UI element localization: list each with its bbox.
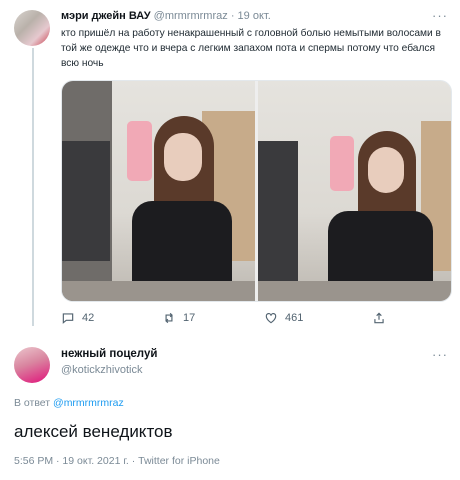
reply-action[interactable]: 42 xyxy=(61,311,94,325)
like-icon xyxy=(265,313,277,324)
reply-more-icon[interactable]: ··· xyxy=(432,347,448,362)
tweet-date[interactable]: 19 окт. xyxy=(238,10,271,22)
more-icon[interactable]: ··· xyxy=(432,8,448,23)
share-action[interactable] xyxy=(372,311,386,325)
reply-count: 42 xyxy=(82,312,95,324)
author-handle[interactable]: @mrmrmrmraz xyxy=(154,10,228,22)
author-name[interactable]: мэри джейн ВАУ xyxy=(61,10,151,22)
replying-prefix: В ответ xyxy=(14,397,51,409)
tweet-header: мэри джейн ВАУ @mrmrmrmraz · 19 окт. xyxy=(61,10,271,22)
tweet-text: кто пришёл на работу ненакрашенный с гол… xyxy=(61,28,441,69)
reply-author-handle[interactable]: @kotickzhivotick xyxy=(61,364,157,376)
reply-author-name[interactable]: нежный поцелуй xyxy=(61,348,157,360)
reply-header: нежный поцелуй @kotickzhivotick xyxy=(61,348,157,376)
photo-2[interactable] xyxy=(258,81,451,301)
retweet-icon xyxy=(165,312,173,324)
share-icon xyxy=(374,312,384,324)
like-count: 461 xyxy=(285,312,304,324)
replying-to: В ответ @mrmrmrmraz xyxy=(14,397,124,409)
reply-icon xyxy=(62,313,74,324)
separator: · xyxy=(230,10,235,22)
reply-avatar[interactable] xyxy=(14,347,50,383)
avatar[interactable] xyxy=(14,10,50,46)
reply-timestamp[interactable]: 5:56 PM · 19 окт. 2021 г. · Twitter for … xyxy=(14,455,220,467)
reply-text: алексей венедиктов xyxy=(14,422,173,441)
like-action[interactable]: 461 xyxy=(264,311,303,325)
thread-line xyxy=(32,48,34,326)
tweet-media[interactable] xyxy=(61,80,452,302)
replying-to-link[interactable]: @mrmrmrmraz xyxy=(53,397,124,409)
photo-1[interactable] xyxy=(62,81,255,301)
retweet-count: 17 xyxy=(183,312,196,324)
retweet-action[interactable]: 17 xyxy=(162,311,195,325)
